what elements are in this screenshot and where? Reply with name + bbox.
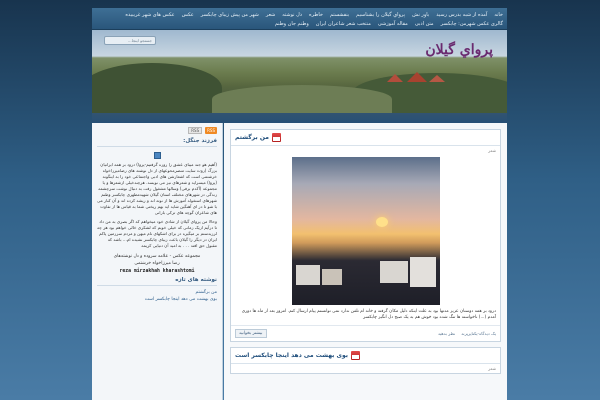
- calendar-icon: [351, 351, 361, 360]
- post-body: درود بر همه دوستان عزیز مدتها بود به علت…: [241, 309, 496, 320]
- building-shape: [321, 269, 342, 285]
- header-banner: جستجو اینجا... پرواي گيلان: [92, 30, 507, 123]
- rss-link[interactable]: RSS: [188, 127, 203, 134]
- building-shape: [409, 257, 436, 287]
- post: من برگشتم شعر درود بر همه دوستان عزیز مد…: [230, 129, 501, 342]
- nav-link[interactable]: عکس های شهر غریبیده: [125, 12, 174, 18]
- nav-link[interactable]: گالری عکس شهرمن: چابکسر: [441, 21, 503, 27]
- sidebar: RSS RSS فرزند جنگل: (آهیم هو جند میبای ع…: [92, 123, 223, 400]
- post: بوی بهشت می دهد اینجا چابکسر است شعر: [230, 347, 501, 374]
- sun-shape: [375, 217, 388, 227]
- nav-link[interactable]: بنفشستم: [330, 12, 349, 18]
- post-category[interactable]: شعر: [231, 146, 500, 155]
- nav-link[interactable]: وطنم جان وطنم: [275, 21, 309, 27]
- nav-link[interactable]: پرواي گیلان را بشناسیم: [356, 12, 405, 18]
- post-footer: بیشتر بخوانید یک دیدگاه-یکتاپرپرند نظر ب…: [231, 325, 500, 341]
- nav-link[interactable]: آمده از شبه بدرس رسید: [436, 12, 487, 18]
- main-content: من برگشتم شعر درود بر همه دوستان عزیز مد…: [224, 123, 507, 400]
- collection-caption: مجموعه عکس - علامه سروده و دل نوشته‌های: [113, 254, 201, 259]
- nav-link[interactable]: مقاله آموزشی: [378, 21, 408, 27]
- profile-icon: [153, 152, 161, 159]
- post-title[interactable]: من برگشتم: [235, 134, 269, 141]
- author-name: reza mirzakhah kharashtomi: [119, 269, 195, 274]
- post-category[interactable]: شعر: [231, 364, 500, 373]
- post-photo: [291, 157, 440, 305]
- sidebar-about-text: (آهیم هو جند میبای عشق را روزه گرفتیم-پر…: [96, 162, 217, 215]
- post-title[interactable]: بوی بهشت می دهد اینجا چابکسر است: [235, 352, 348, 359]
- recent-post-link[interactable]: بوی بهشت می دهد اینجا چابکسر است: [97, 296, 217, 303]
- search-input[interactable]: جستجو اینجا...: [104, 36, 156, 45]
- comments-link[interactable]: نظر بدهید: [438, 331, 455, 336]
- nav-link[interactable]: خانه: [494, 12, 503, 18]
- nav-row-2: گالری عکس شهرمن: چابکسر متن ادبی مقاله آ…: [96, 19, 503, 28]
- recent-post-link[interactable]: من برگشتم: [97, 289, 217, 296]
- read-more-button[interactable]: بیشتر بخوانید: [235, 329, 267, 338]
- author-caption: رضا میرزاخواه خرشتمی: [134, 261, 180, 266]
- nav-link[interactable]: منتخب شعر شاعران ایران: [316, 21, 371, 27]
- page-frame: خانه آمده از شبه بدرس رسید باور نش پرواي…: [92, 8, 507, 400]
- recent-posts-heading: نوشته های تازه: [97, 277, 217, 286]
- site-title[interactable]: پرواي گيلان: [425, 42, 493, 58]
- top-navigation: خانه آمده از شبه بدرس رسید باور نش پرواي…: [92, 8, 507, 30]
- sidebar-heading: فرزند جنگل:: [97, 138, 217, 147]
- tags-link[interactable]: یک دیدگاه-یکتاپرپرند: [461, 331, 496, 336]
- rooftops-illustration: [387, 72, 445, 82]
- nav-link[interactable]: دل نوشته: [282, 12, 302, 18]
- calendar-icon: [271, 133, 281, 142]
- nav-link[interactable]: خاطره: [309, 12, 323, 18]
- nav-link[interactable]: متن ادبی: [415, 21, 434, 27]
- nav-link[interactable]: عکس: [182, 12, 194, 18]
- nav-link[interactable]: شعر: [266, 12, 275, 18]
- building-shape: [379, 261, 408, 283]
- rss-links: RSS RSS: [97, 127, 217, 134]
- hill-shape: [212, 85, 392, 113]
- post-actions: یک دیدگاه-یکتاپرپرند نظر بدهید: [438, 331, 496, 336]
- post-header: من برگشتم: [231, 130, 500, 146]
- sidebar-about-text-2: وحالا من پروای گیلان از شادی خود میخواهم…: [97, 219, 217, 248]
- nav-row-1: خانه آمده از شبه بدرس رسید باور نش پرواي…: [96, 10, 503, 19]
- nav-link[interactable]: باور نش: [412, 12, 429, 18]
- hill-shape: [92, 63, 222, 113]
- nav-link[interactable]: شهر من پیش زیبای چابکسر: [201, 12, 259, 18]
- rss-icon[interactable]: RSS: [205, 127, 217, 134]
- building-shape: [295, 265, 320, 285]
- post-header: بوی بهشت می دهد اینجا چابکسر است: [231, 348, 500, 364]
- recent-posts-list: من برگشتم بوی بهشت می دهد اینجا چابکسر ا…: [97, 289, 217, 303]
